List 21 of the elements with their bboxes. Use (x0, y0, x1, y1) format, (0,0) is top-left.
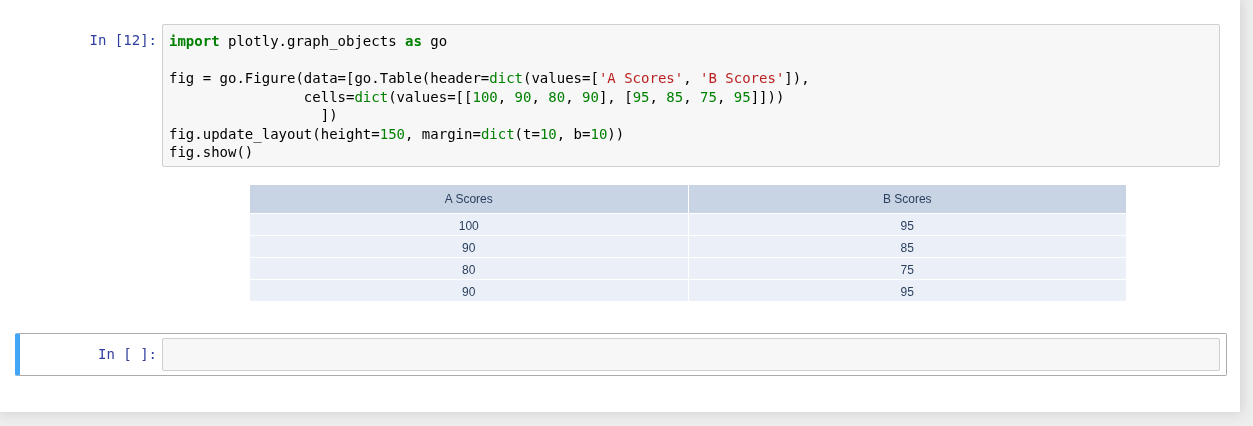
input-prompt: In [ ]: (98, 344, 157, 363)
code-line: fig = go.Figure(data=[go.Table(header=dict(values=['A Scores', 'B Scores']), (169, 69, 810, 88)
table-header-cell: B Scores (688, 184, 1126, 213)
table-cell: 95 (688, 279, 1126, 301)
code-line: import plotly.graph_objects as go (169, 32, 448, 51)
code-line: ]) (319, 106, 338, 125)
table-cell: 85 (688, 235, 1126, 257)
code-line: fig.update_layout(height=150, margin=dict(t=10, b=10)) (169, 124, 625, 143)
table-cell: 90 (250, 279, 688, 301)
code-input[interactable] (162, 337, 1220, 371)
table-cell: 95 (688, 213, 1126, 235)
table-header-cell: A Scores (250, 184, 688, 213)
input-prompt: In [12]: (89, 31, 157, 50)
table-cell: 75 (688, 257, 1126, 279)
code-line: fig.show() (169, 143, 254, 162)
code-input[interactable] (162, 24, 1220, 167)
table-cell: 80 (250, 257, 688, 279)
notebook-cell[interactable]: In [ ]: (15, 332, 1227, 376)
table-cell: 100 (250, 213, 688, 235)
code-line: cells=dict(values=[[100, 90, 80, 90], [95, 85, 75, 95]])) (302, 87, 785, 106)
table-cell: 90 (250, 235, 688, 257)
